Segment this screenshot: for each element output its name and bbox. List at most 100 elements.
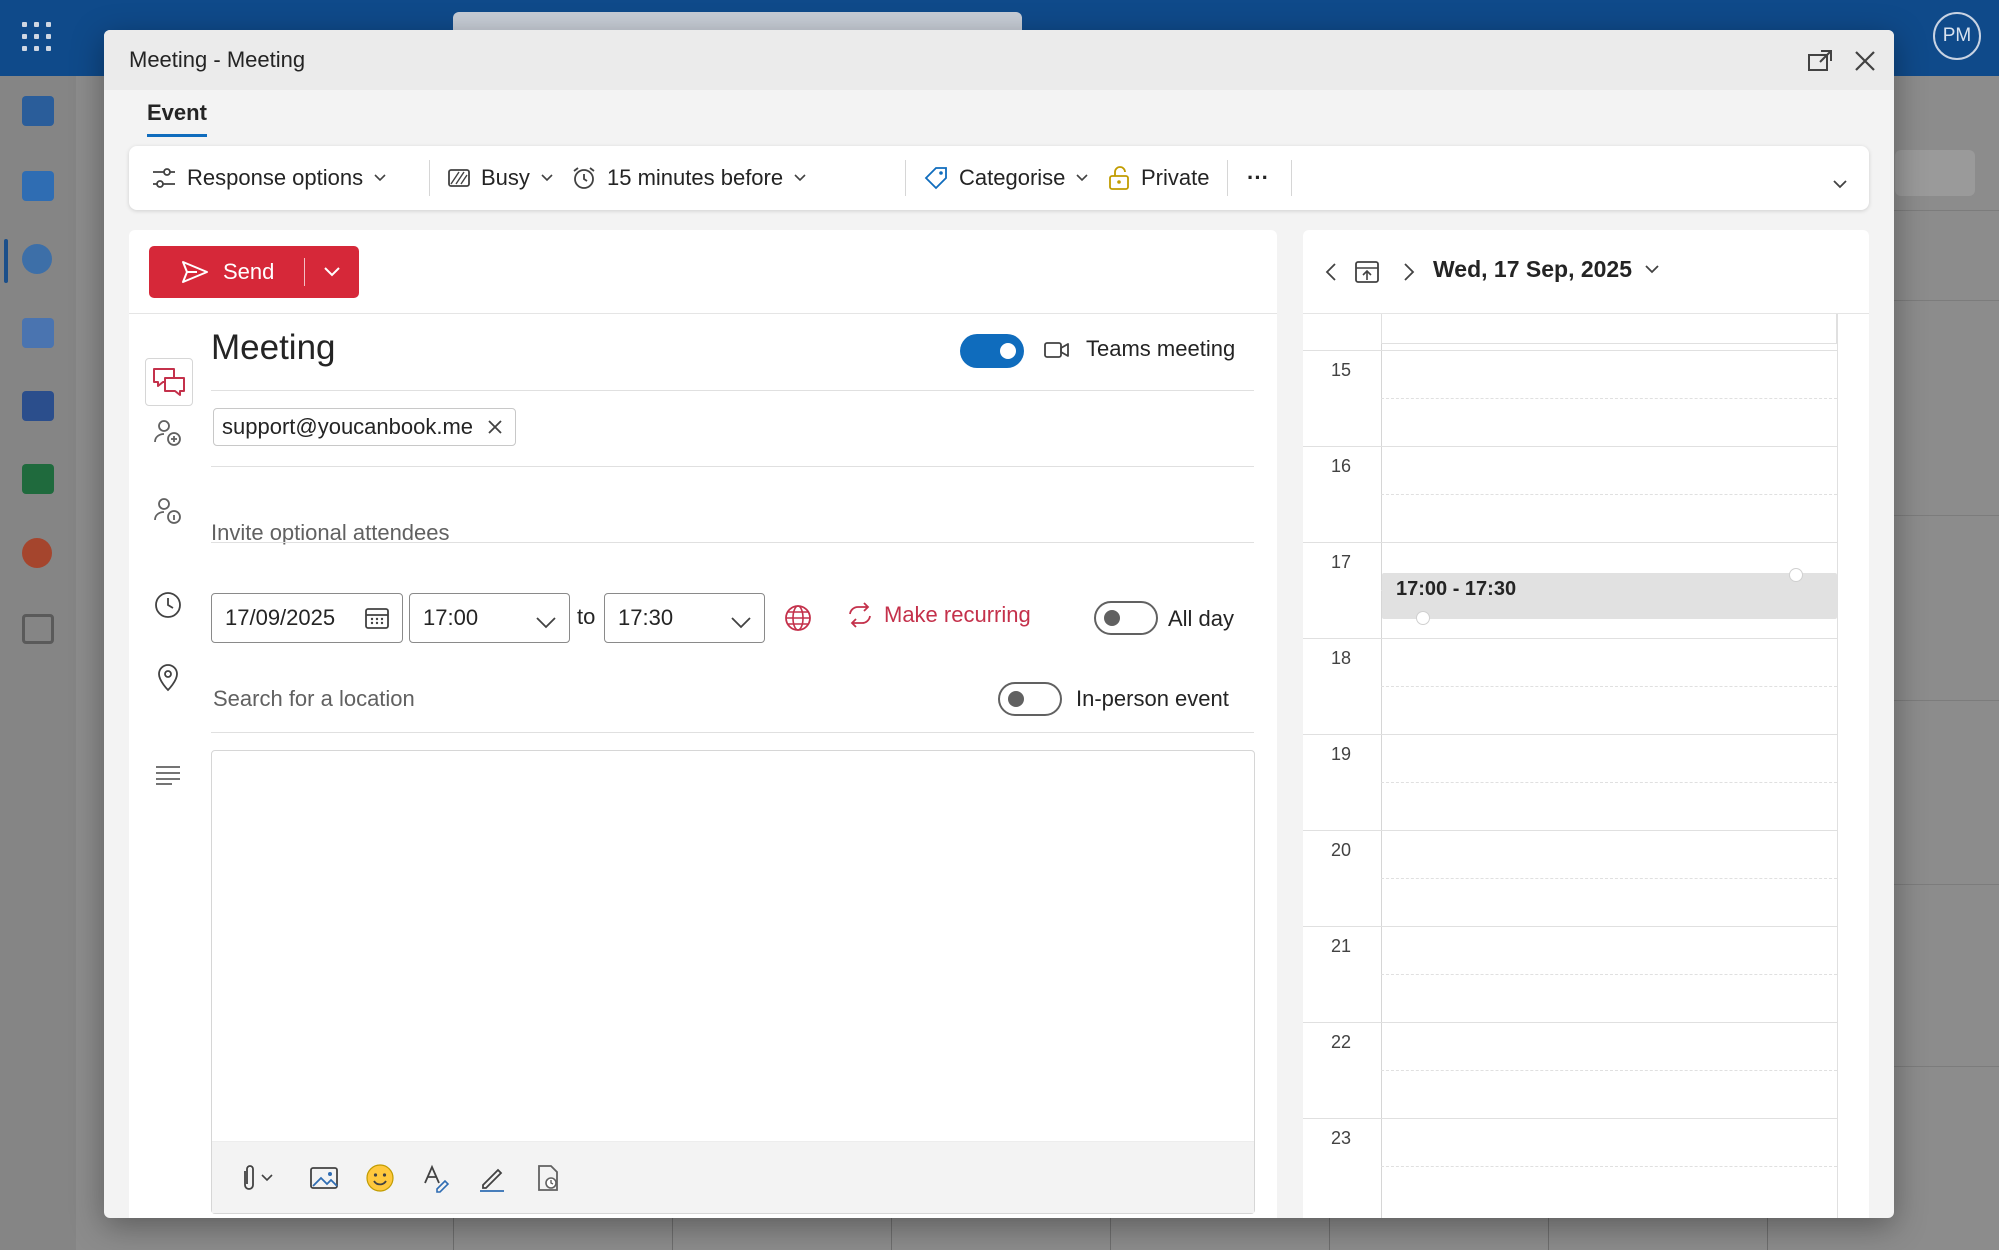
go-to-today-button[interactable]	[1353, 258, 1381, 286]
close-icon	[1855, 51, 1875, 71]
signature-button[interactable]	[474, 1160, 510, 1196]
remove-attendee-button[interactable]	[485, 417, 505, 443]
in-person-toggle[interactable]	[998, 682, 1062, 716]
ribbon-separator	[1291, 160, 1292, 196]
calendar-date-picker[interactable]: Wed, 17 Sep, 2025	[1433, 256, 1660, 283]
send-button[interactable]: Send	[149, 246, 359, 298]
more-options-button[interactable]: ···	[1247, 146, 1269, 210]
lock-open-icon	[1109, 166, 1129, 190]
video-camera-icon	[1044, 342, 1069, 358]
meeting-type-icon[interactable]	[145, 358, 193, 406]
hour-line	[1303, 1022, 1837, 1023]
repeat-icon	[849, 602, 871, 628]
attach-file-button[interactable]	[232, 1160, 280, 1196]
location-input[interactable]: Search for a location	[213, 686, 415, 712]
categorise-button[interactable]: Categorise	[923, 146, 1089, 210]
event-description-editor[interactable]	[211, 750, 1255, 1214]
private-button[interactable]: Private	[1107, 146, 1209, 210]
calendar-date-label: Wed, 17 Sep, 2025	[1433, 256, 1633, 282]
optional-attendees-icon	[151, 494, 185, 528]
more-apps-icon[interactable]	[22, 614, 54, 644]
text-align-icon	[151, 758, 185, 792]
rail-active-indicator	[4, 239, 8, 283]
end-time-select[interactable]: 17:30	[604, 593, 765, 643]
half-hour-line	[1381, 1070, 1837, 1071]
app-rail	[0, 76, 76, 1250]
emoji-button[interactable]	[362, 1160, 398, 1196]
people-app-icon[interactable]	[22, 244, 52, 274]
background-hline	[1890, 1066, 1999, 1067]
app-launcher-icon[interactable]	[22, 22, 52, 52]
reminder-label: 15 minutes before	[607, 165, 784, 190]
format-painter-button[interactable]	[418, 1160, 454, 1196]
mail-app-icon[interactable]	[22, 96, 54, 126]
meeting-dialog: Meeting - Meeting Event Response options…	[104, 30, 1894, 1218]
resize-handle-bottom[interactable]	[1416, 611, 1430, 625]
response-options-button[interactable]: Response options	[151, 146, 387, 210]
all-day-toggle[interactable]	[1094, 601, 1158, 635]
background-dropdown	[1895, 150, 1975, 196]
all-day-label: All day	[1168, 606, 1235, 631]
expand-ribbon-button[interactable]	[1832, 152, 1848, 216]
next-day-button[interactable]	[1395, 258, 1423, 286]
pen-icon	[480, 1168, 504, 1192]
make-recurring-label: Make recurring	[884, 602, 1031, 627]
word-app-icon[interactable]	[22, 391, 54, 421]
calendar-right-border	[1837, 314, 1838, 1218]
make-recurring-button[interactable]: Make recurring	[846, 602, 1031, 628]
reminder-button[interactable]: 15 minutes before	[571, 146, 807, 210]
calendar-picker-icon[interactable]	[364, 606, 390, 636]
hour-label: 18	[1331, 648, 1352, 668]
resize-handle-top[interactable]	[1789, 568, 1803, 582]
teams-meeting-toggle[interactable]	[960, 334, 1024, 368]
close-icon	[488, 420, 502, 434]
send-label: Send	[223, 259, 275, 284]
hour-line	[1303, 350, 1837, 351]
all-day-strip	[1381, 314, 1837, 344]
pop-out-button[interactable]	[1804, 45, 1836, 77]
date-field[interactable]: 17/09/2025	[211, 593, 403, 643]
hour-label: 15	[1331, 360, 1352, 380]
previous-day-button[interactable]	[1317, 258, 1345, 286]
paperclip-icon	[244, 1165, 273, 1190]
event-title-input[interactable]: Meeting	[211, 328, 336, 368]
hour-label: 19	[1331, 744, 1352, 764]
sliders-icon	[153, 168, 175, 188]
scheduling-poll-button[interactable]	[530, 1160, 566, 1196]
date-value: 17/09/2025	[225, 605, 336, 630]
text-format-icon	[424, 1164, 450, 1193]
calendar-app-icon[interactable]	[22, 171, 54, 201]
to-label: to	[577, 604, 596, 629]
avatar[interactable]: PM	[1933, 12, 1981, 60]
calendar-event-block[interactable]: 17:00 - 17:30	[1382, 568, 1837, 625]
time-zone-button[interactable]	[784, 604, 812, 637]
categorise-label: Categorise	[959, 165, 1066, 190]
half-hour-line	[1381, 878, 1837, 879]
hour-line	[1303, 830, 1837, 831]
insert-picture-button[interactable]	[306, 1160, 342, 1196]
powerpoint-app-icon[interactable]	[22, 538, 52, 568]
excel-app-icon[interactable]	[22, 464, 54, 494]
todo-app-icon[interactable]	[22, 318, 54, 348]
hour-line	[1303, 926, 1837, 927]
hour-label: 17	[1331, 552, 1352, 572]
close-button[interactable]	[1849, 45, 1881, 77]
tab-event[interactable]: Event	[147, 100, 207, 137]
alarm-clock-icon	[573, 167, 595, 189]
ribbon-separator	[429, 160, 430, 196]
busy-status-icon	[448, 169, 470, 187]
busy-button[interactable]: Busy	[447, 146, 554, 210]
hour-line	[1303, 446, 1837, 447]
chevron-down-icon	[1076, 174, 1088, 182]
hour-line	[1303, 638, 1837, 639]
in-person-label: In-person event	[1076, 686, 1229, 711]
attendee-chip[interactable]: support@youcanbook.me	[213, 408, 517, 446]
event-form: Send Meeting Teams meeting support@youca…	[129, 230, 1277, 1218]
send-options-button[interactable]	[305, 246, 359, 298]
chevron-down-icon	[535, 610, 557, 636]
start-time-select[interactable]: 17:00	[409, 593, 570, 643]
row-divider	[211, 732, 1254, 733]
pop-out-icon	[1808, 50, 1832, 71]
hour-line	[1303, 542, 1837, 543]
send-main[interactable]: Send	[149, 246, 304, 298]
